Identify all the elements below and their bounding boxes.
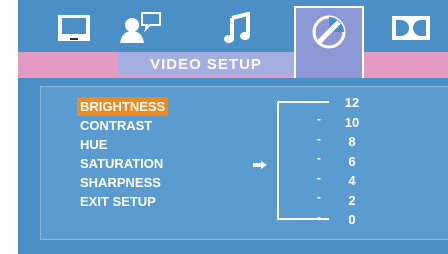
- level-tick: -: [317, 112, 321, 126]
- menu-item-contrast[interactable]: CONTRAST: [77, 118, 155, 133]
- level-value: 8: [348, 134, 356, 149]
- level-tick: -: [317, 170, 321, 185]
- osd-screen: VIDEO SETUP BRIGHTNESS CONTRAST HUE SATU…: [18, 0, 448, 254]
- level-scale-top: [277, 101, 329, 103]
- tab-video-setup[interactable]: [294, 6, 364, 78]
- menu-item-hue[interactable]: HUE: [77, 137, 110, 152]
- level-values: 12 10 8 6 4 2 0: [337, 95, 367, 232]
- music-note-icon: [224, 12, 250, 43]
- level-tick: -: [317, 209, 321, 224]
- level-tick: -: [317, 190, 321, 204]
- level-value: 6: [348, 153, 356, 169]
- level-scale-bar[interactable]: [277, 101, 279, 219]
- menu-item-brightness[interactable]: BRIGHTNESS: [77, 97, 169, 116]
- menu-item-sharpness[interactable]: SHARPNESS: [77, 175, 164, 190]
- level-value: 0: [348, 212, 356, 227]
- tab-audio-setup[interactable]: [218, 8, 258, 48]
- settings-panel: BRIGHTNESS CONTRAST HUE SATURATION SHARP…: [18, 78, 448, 254]
- menu-item-exit-setup[interactable]: EXIT SETUP: [77, 194, 159, 209]
- dolby-icon: [392, 16, 430, 40]
- video-disc-icon: [312, 15, 346, 49]
- user-speech-icon: [120, 12, 161, 43]
- tab-speaker-setup[interactable]: [116, 8, 164, 48]
- tab-dolby-setup[interactable]: [388, 8, 434, 48]
- menu-item-saturation[interactable]: SATURATION: [77, 156, 166, 171]
- level-tick: -: [317, 151, 321, 165]
- tab-general-setup[interactable]: [52, 8, 96, 48]
- monitor-icon: [58, 15, 90, 41]
- level-value: 4: [348, 173, 356, 188]
- settings-frame: BRIGHTNESS CONTRAST HUE SATURATION SHARP…: [40, 86, 448, 240]
- level-value: 2: [348, 192, 356, 208]
- page-title: VIDEO SETUP: [118, 52, 294, 76]
- level-tick: -: [317, 131, 321, 146]
- setting-menu: BRIGHTNESS CONTRAST HUE SATURATION SHARP…: [77, 97, 169, 211]
- level-value: 12: [344, 95, 360, 110]
- level-pointer-icon: [253, 161, 267, 169]
- level-value: 10: [344, 114, 360, 130]
- level-scale-bottom: [277, 218, 329, 220]
- level-ticks: - - - - - -: [317, 113, 321, 230]
